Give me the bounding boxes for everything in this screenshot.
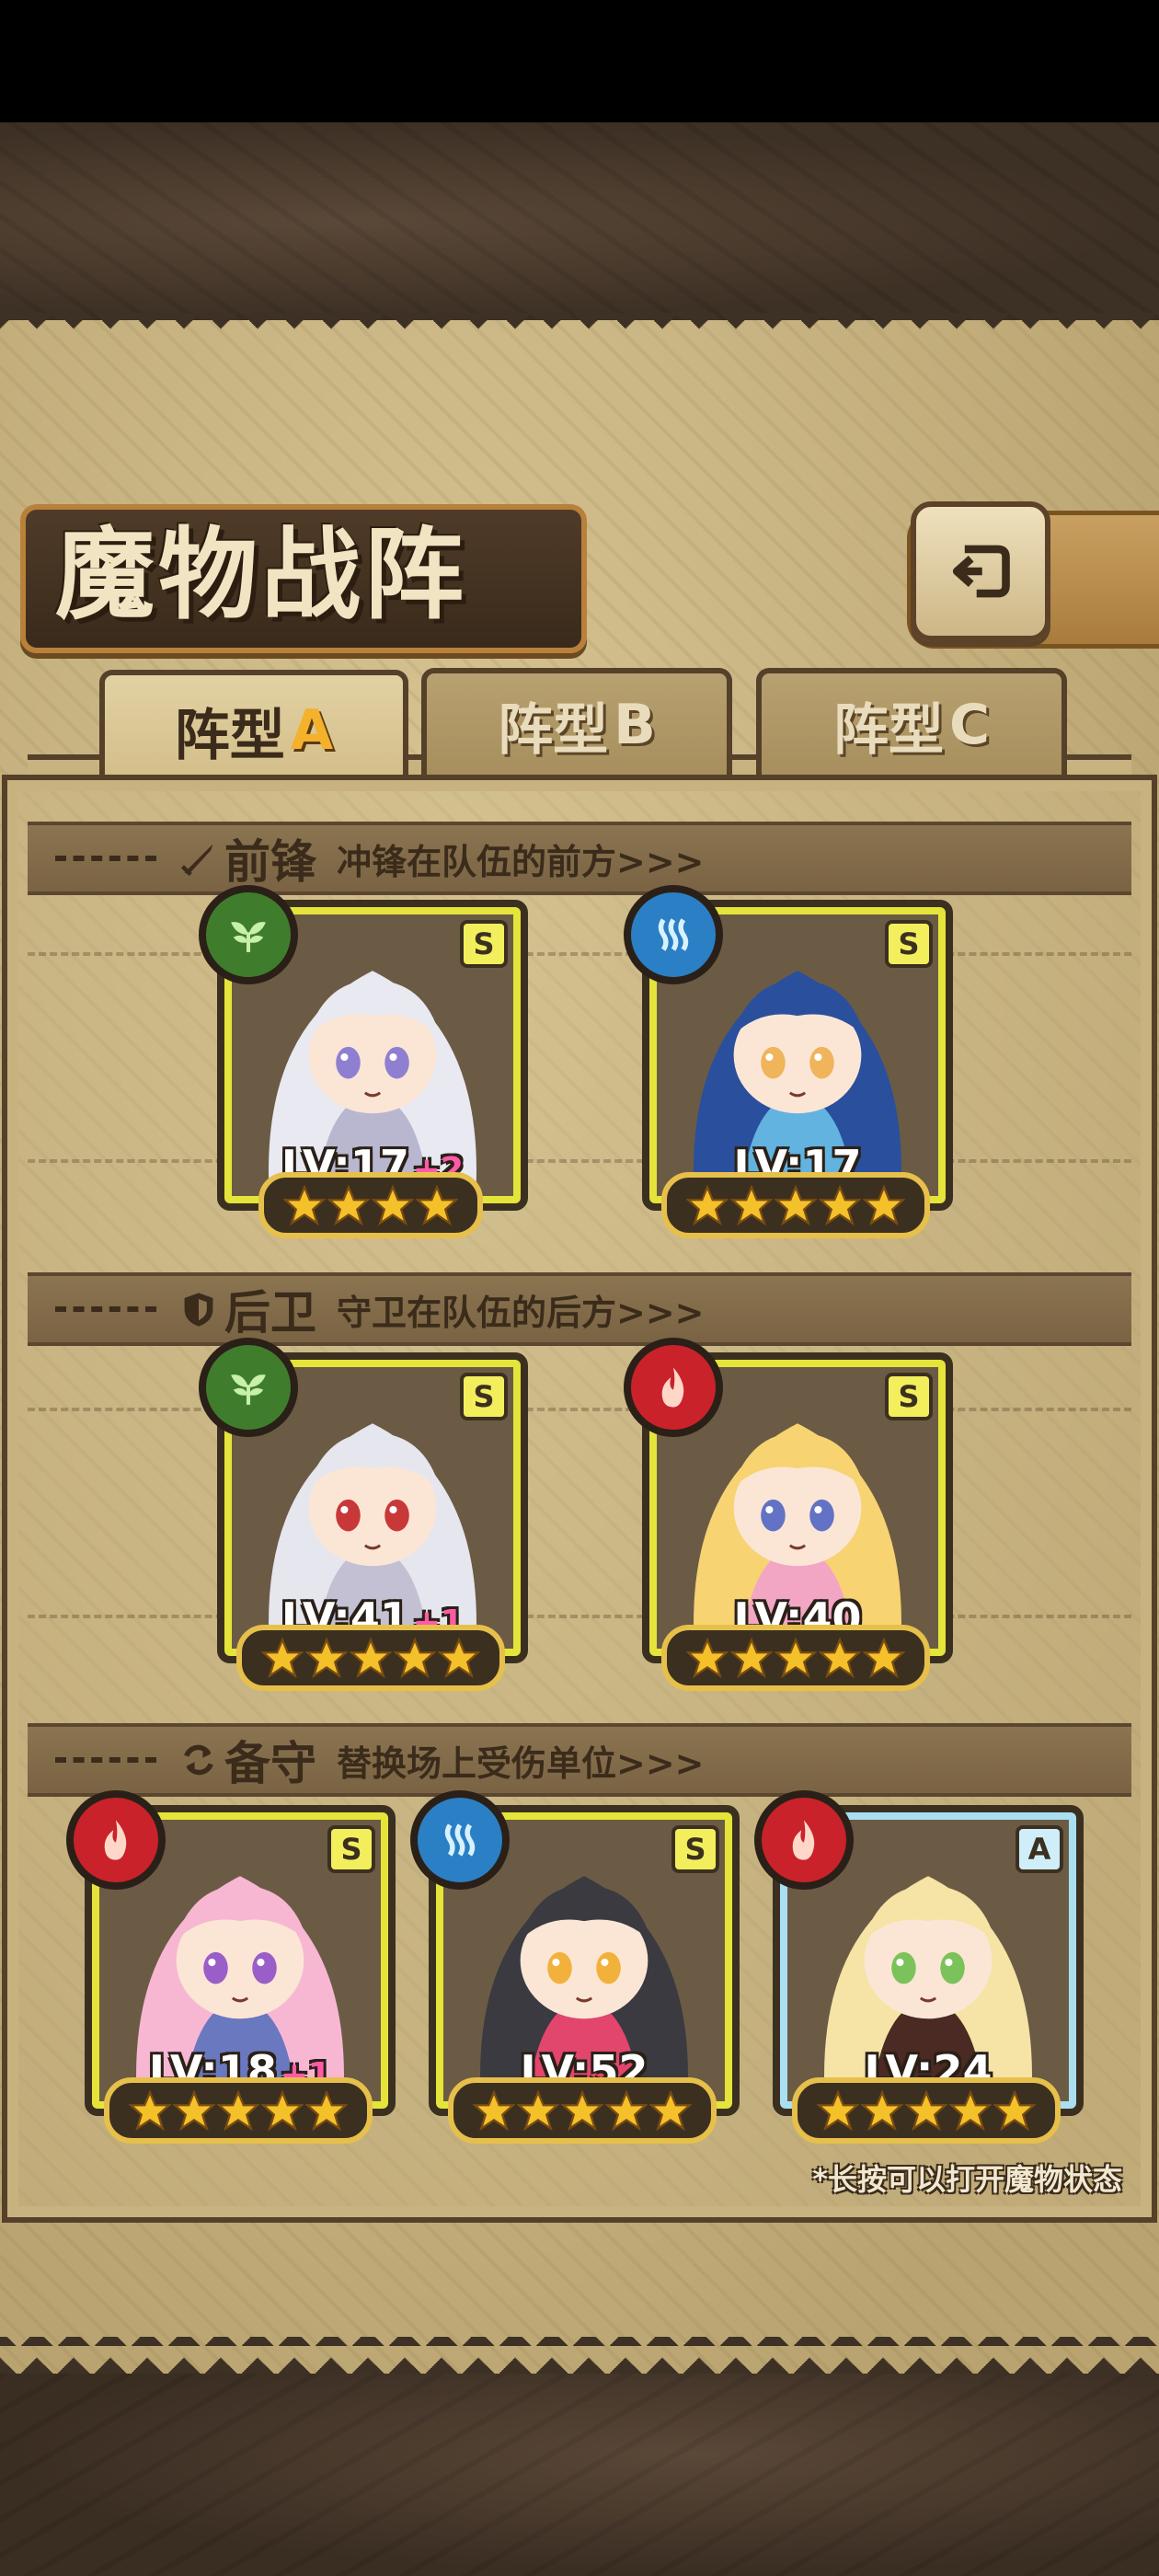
star-icon (282, 1184, 327, 1226)
star-rating (448, 2077, 717, 2144)
star-rating (792, 2077, 1061, 2144)
star-icon (304, 2089, 349, 2132)
section-header-rearguard: 后卫 守卫在队伍的后方>>> (28, 1272, 1131, 1346)
tab-letter: C (948, 693, 991, 757)
section-header-vanguard: 前锋 冲锋在队伍的前方>>> (28, 822, 1131, 895)
shield-icon (184, 1293, 213, 1327)
star-icon (172, 2089, 216, 2132)
tab-label: 阵型 (498, 697, 609, 763)
slot-lane (28, 1408, 1131, 1413)
tab-formation-a[interactable]: 阵型 A (99, 670, 408, 786)
star-icon (437, 1637, 481, 1679)
star-rating (661, 1172, 930, 1238)
rank-badge: S (460, 920, 508, 968)
section-description: 替换场上受伤单位>>> (337, 1742, 705, 1784)
star-icon (648, 2089, 693, 2132)
star-icon (260, 1637, 304, 1679)
fire-element-icon (754, 1790, 854, 1890)
sword-icon (180, 844, 213, 877)
star-icon (216, 2089, 260, 2132)
nature-element-icon (199, 885, 298, 984)
star-icon (862, 1637, 906, 1679)
star-icon (604, 2089, 648, 2132)
rank-badge: A (1016, 1825, 1063, 1873)
section-description: 冲锋在队伍的前方>>> (337, 841, 705, 882)
star-icon (774, 1637, 818, 1679)
back-button[interactable] (911, 501, 1050, 641)
star-icon (904, 2089, 948, 2132)
panel-torn-edge-bottom (0, 2337, 1159, 2374)
return-arrow-icon (952, 545, 1010, 598)
map-background-top (0, 122, 1159, 320)
panel-torn-edge-top (0, 313, 1159, 340)
star-icon (948, 2089, 993, 2132)
page-title: 魔物战阵 (55, 517, 468, 633)
star-icon (816, 2089, 860, 2132)
tab-label: 阵型 (832, 697, 944, 763)
star-rating (104, 2077, 373, 2144)
star-icon (685, 1637, 729, 1679)
rank-badge: S (885, 920, 933, 968)
tab-letter: B (614, 693, 656, 757)
tab-label: 阵型 (174, 703, 285, 768)
rank-badge: S (885, 1373, 933, 1420)
swap-icon (184, 1744, 213, 1776)
star-icon (729, 1184, 774, 1226)
star-icon (993, 2089, 1037, 2132)
tab-formation-c[interactable]: 阵型 C (756, 668, 1067, 776)
star-icon (860, 2089, 904, 2132)
star-icon (128, 2089, 172, 2132)
fire-element-icon (66, 1790, 166, 1890)
section-description: 守卫在队伍的后方>>> (337, 1292, 705, 1333)
star-rating (661, 1625, 930, 1691)
star-icon (393, 1637, 437, 1679)
rank-badge: S (460, 1373, 508, 1420)
star-icon (349, 1637, 393, 1679)
star-icon (260, 2089, 304, 2132)
slot-lane (28, 952, 1131, 958)
status-bar (0, 0, 1159, 122)
tab-letter: A (290, 698, 334, 763)
star-icon (774, 1184, 818, 1226)
star-icon (415, 1184, 459, 1226)
star-rating (258, 1172, 483, 1238)
star-icon (685, 1184, 729, 1226)
section-title: 备守 (224, 1736, 316, 1790)
star-icon (560, 2089, 604, 2132)
tab-formation-b[interactable]: 阵型 B (421, 668, 732, 776)
slot-lane (28, 1615, 1131, 1620)
star-icon (818, 1184, 862, 1226)
nature-element-icon (199, 1338, 298, 1437)
water-element-icon (624, 885, 723, 984)
star-rating (236, 1625, 505, 1691)
star-icon (862, 1184, 906, 1226)
water-element-icon (410, 1790, 510, 1890)
star-icon (304, 1637, 349, 1679)
star-icon (371, 1184, 415, 1226)
fire-element-icon (624, 1338, 723, 1437)
star-icon (818, 1637, 862, 1679)
section-title: 前锋 (224, 834, 316, 889)
star-icon (327, 1184, 371, 1226)
star-icon (472, 2089, 516, 2132)
star-icon (516, 2089, 560, 2132)
section-header-reserve: 备守 替换场上受伤单位>>> (28, 1723, 1131, 1797)
long-press-hint: *长按可以打开魔物状态 (812, 2162, 1122, 2197)
map-background-bottom (0, 2374, 1159, 2576)
rank-badge: S (327, 1825, 375, 1873)
section-title: 后卫 (224, 1285, 316, 1340)
rank-badge: S (671, 1825, 719, 1873)
star-icon (729, 1637, 774, 1679)
slot-lane (28, 1159, 1131, 1165)
